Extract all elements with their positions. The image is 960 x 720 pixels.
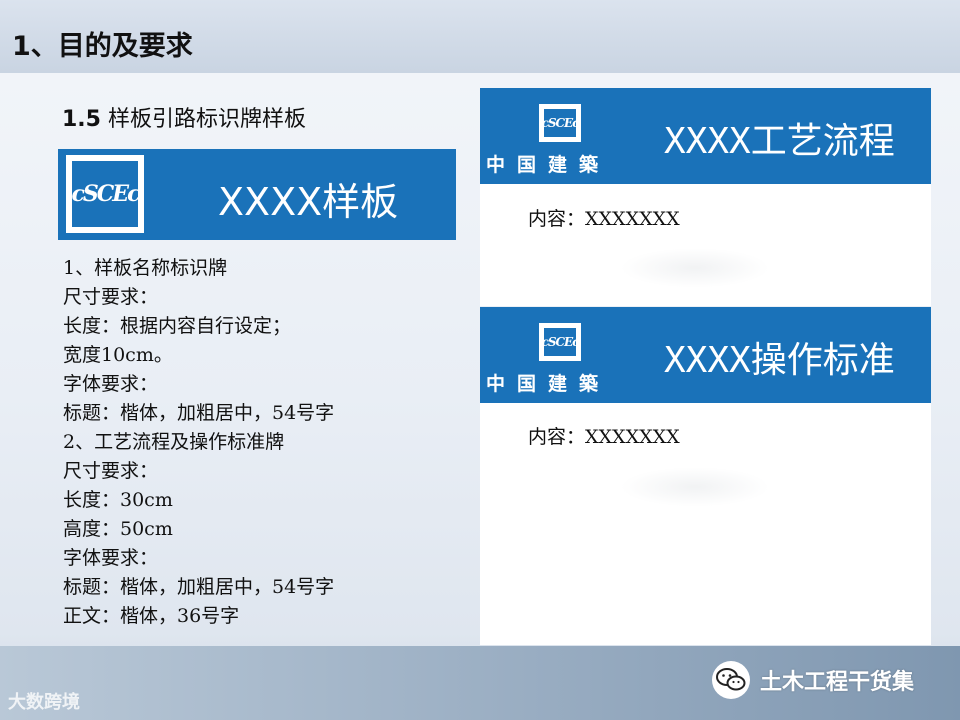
requirements-list: 1、样板名称标识牌 尺寸要求： 长度：根据内容自行设定； 宽度10cm。 字体要… [63, 254, 463, 631]
process-flow-card: cSCEc 中国建築 XXXX工艺流程 内容：XXXXXXX [480, 88, 931, 306]
requirement-line: 尺寸要求： [63, 286, 159, 308]
requirement-line: 宽度10cm。 [63, 344, 173, 366]
cscec-logo: cSCEc [539, 323, 581, 361]
card-content: 内容：XXXXXXX [528, 208, 680, 230]
cscec-logo: cSCEc [66, 155, 144, 233]
footer-right-text: 土木工程干货集 [760, 670, 915, 695]
requirement-line: 字体要求： [63, 373, 159, 395]
card-title: XXXX工艺流程 [664, 121, 895, 162]
requirement-line: 长度：30cm [63, 489, 173, 511]
requirement-line: 长度：根据内容自行设定； [63, 315, 292, 337]
section-number: 1.5 [62, 107, 101, 132]
operation-standard-card: cSCEc 中国建築 XXXX操作标准 内容：XXXXXXX [480, 307, 931, 645]
requirement-line: 标题：楷体，加粗居中，54号字 [63, 402, 335, 424]
footer-watermark-left: 大数跨境 [8, 692, 80, 713]
sample-name-sign: cSCEc XXXX样板 [58, 149, 456, 240]
sample-sign-title: XXXX样板 [218, 180, 399, 224]
wechat-icon-glyph [716, 668, 746, 691]
watermark-mark [620, 248, 770, 288]
card-brand: 中国建築 [486, 373, 611, 395]
section-subtitle: 1.5 样板引路标识牌样板 [62, 101, 306, 133]
requirement-line: 1、样板名称标识牌 [63, 257, 228, 279]
wechat-icon [712, 661, 750, 699]
cscec-logo-text: cSCEc [542, 109, 580, 137]
requirement-line: 正文：楷体，36号字 [63, 605, 240, 627]
card-content: 内容：XXXXXXX [528, 426, 680, 448]
requirement-line: 尺寸要求： [63, 460, 159, 482]
card-header: cSCEc 中国建築 XXXX操作标准 [480, 307, 931, 403]
requirement-line: 字体要求： [63, 547, 159, 569]
watermark-mark [620, 467, 770, 507]
requirement-line: 高度：50cm [63, 518, 173, 540]
requirement-line: 标题：楷体，加粗居中，54号字 [63, 576, 335, 598]
footer-watermark-right: 土木工程干货集 [712, 660, 914, 700]
title-bar: 1、目的及要求 [0, 0, 960, 73]
card-brand: 中国建築 [486, 154, 611, 176]
cscec-logo: cSCEc [539, 104, 581, 142]
cscec-logo-text: cSCEc [72, 161, 140, 227]
section-subtitle-text: 样板引路标识牌样板 [107, 107, 306, 132]
card-header: cSCEc 中国建築 XXXX工艺流程 [480, 88, 931, 184]
card-title: XXXX操作标准 [664, 340, 895, 381]
cscec-logo-text: cSCEc [542, 328, 580, 356]
slide-title: 1、目的及要求 [12, 31, 193, 62]
requirement-line: 2、工艺流程及操作标准牌 [63, 431, 285, 453]
